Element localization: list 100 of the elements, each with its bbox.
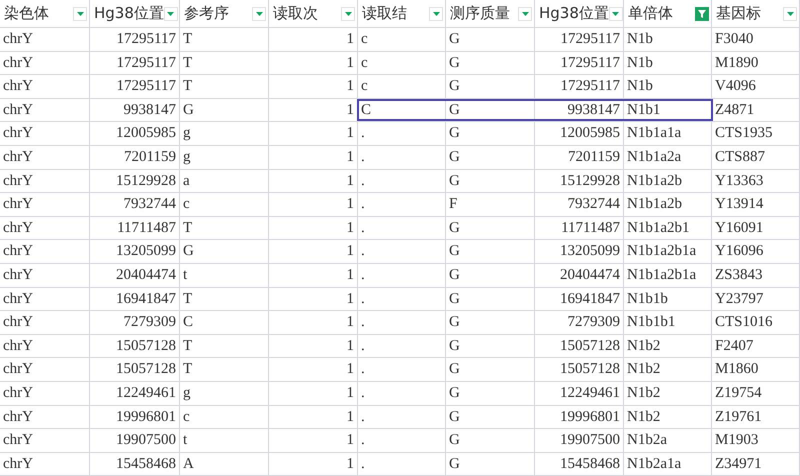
column-header: Hg38位置 — [94, 3, 164, 24]
dropdown-button[interactable] — [164, 6, 178, 20]
column-header: 读取结 — [362, 3, 407, 24]
table-cell-text: 17295117 — [560, 77, 620, 96]
table-cell-text: T — [183, 290, 192, 309]
table-cell-text: G — [449, 30, 460, 50]
table-cell-text: T — [183, 30, 192, 50]
table-cell-text: c — [183, 408, 190, 427]
table-cell-text: 1 — [346, 30, 354, 50]
table-cell-text: 20404474 — [116, 266, 176, 285]
table-cell-text: A — [183, 454, 194, 474]
table-cell-text: 19996801 — [560, 408, 620, 427]
caret-icon — [167, 12, 174, 16]
table-cell-text: G — [449, 336, 460, 356]
dropdown-button[interactable] — [783, 6, 797, 20]
table-cell-text: 7201159 — [568, 148, 620, 168]
table-cell-text: N1b1a2b1a — [627, 242, 696, 262]
table-cell-text: chrY — [3, 242, 33, 262]
table-cell-text: N1b1b — [627, 290, 668, 309]
dropdown-button[interactable] — [608, 6, 623, 20]
table-cell-text: CTS1016 — [715, 313, 773, 332]
table-cell-text: V4096 — [715, 77, 756, 96]
table-cell-text: 9938147 — [124, 100, 176, 120]
table-cell-text: chrY — [3, 313, 33, 332]
table-cell-text: chrY — [3, 172, 33, 191]
table-cell-text: 1 — [346, 313, 354, 332]
table-cell-text: chrY — [3, 77, 33, 96]
dropdown-button[interactable] — [518, 6, 532, 20]
table-cell-text: 7932744 — [124, 195, 176, 214]
table-cell-text: G — [449, 266, 460, 285]
table-cell-text: Y23797 — [715, 290, 764, 309]
table-cell-text: c — [361, 54, 368, 73]
table-cell-text: 12005985 — [116, 124, 176, 144]
table-cell-text: CTS887 — [715, 148, 766, 168]
column-header: 参考序 — [184, 3, 229, 24]
caret-icon — [432, 12, 440, 16]
table-cell-text: 1 — [346, 100, 354, 120]
table-cell-text: chrY — [3, 124, 33, 144]
table-cell-text: ZS3843 — [715, 266, 763, 285]
table-cell-text: t — [183, 431, 188, 450]
table-cell-text: 1 — [346, 242, 354, 262]
table-cell-text: g — [183, 124, 190, 144]
table-cell-text: T — [183, 218, 192, 238]
table-cell-text: 16941847 — [560, 290, 620, 309]
table-cell-text: 15057128 — [560, 360, 620, 380]
table-cell-text: 12249461 — [560, 384, 620, 403]
table-cell-text: N1b — [627, 54, 653, 73]
table-cell-text: 15057128 — [560, 336, 620, 356]
table-cell-text: . — [361, 336, 365, 356]
table-cell-text: G — [449, 384, 460, 403]
table-cell-text: Z19761 — [715, 408, 762, 427]
table-cell-text: CTS1935 — [715, 124, 773, 144]
caret-icon — [522, 12, 528, 16]
table-cell-text: chrY — [3, 431, 33, 450]
table-cell-text: 13205099 — [560, 242, 620, 262]
table-cell-text: . — [361, 360, 365, 380]
table-cell-text: 15458468 — [116, 454, 176, 474]
table-cell-text: M1890 — [715, 54, 758, 73]
table-cell-text: Y16096 — [715, 242, 764, 262]
table-cell-text: c — [361, 77, 368, 96]
table-cell-text: G — [449, 218, 460, 238]
table-cell-text: chrY — [3, 54, 33, 73]
table-cell-text: . — [361, 454, 365, 474]
dropdown-button[interactable] — [429, 6, 443, 20]
table-cell-text: 12249461 — [116, 384, 176, 403]
table-cell-text: N1b1a2b1a — [627, 266, 696, 285]
caret-icon — [256, 12, 262, 16]
table-cell-text: 17295117 — [116, 30, 176, 50]
table-cell-text: N1b1a2b1 — [627, 218, 690, 238]
table-cell-text: 1 — [346, 77, 354, 96]
table-cell-text: T — [183, 54, 192, 73]
table-cell-text: a — [183, 172, 190, 191]
table-cell-text: . — [361, 313, 365, 332]
dropdown-button[interactable] — [252, 6, 266, 20]
table-cell-text: chrY — [3, 454, 33, 474]
table-cell-text: G — [449, 242, 460, 262]
table-cell-text: 1 — [346, 408, 354, 427]
table-cell-text: 19907500 — [560, 431, 620, 450]
table-cell-text: 17295117 — [116, 54, 176, 73]
table-cell-text: 17295117 — [560, 54, 620, 73]
column-header: 读取次 — [273, 3, 318, 24]
table-cell-text: 19907500 — [116, 431, 176, 450]
filter-button[interactable] — [695, 6, 709, 20]
table-cell-text: M1860 — [715, 360, 758, 380]
table-cell-text: 1 — [346, 124, 354, 144]
table-cell-text: G — [449, 172, 460, 191]
caret-icon — [76, 12, 84, 16]
table-cell-text: . — [361, 242, 365, 262]
table-cell-text: . — [361, 124, 365, 144]
table-cell-text: G — [449, 290, 460, 309]
dropdown-button[interactable] — [73, 6, 87, 20]
table-cell-text: G — [449, 454, 460, 474]
dropdown-button[interactable] — [341, 6, 355, 20]
column-header: Hg38位置 — [539, 3, 609, 24]
table-cell-text: T — [183, 336, 192, 356]
table-cell-text: 15057128 — [116, 360, 176, 380]
table-cell-text: G — [449, 313, 460, 332]
table-cell-text: 1 — [346, 218, 354, 238]
table-cell-text: . — [361, 218, 365, 238]
table-cell-text: c — [361, 30, 368, 50]
